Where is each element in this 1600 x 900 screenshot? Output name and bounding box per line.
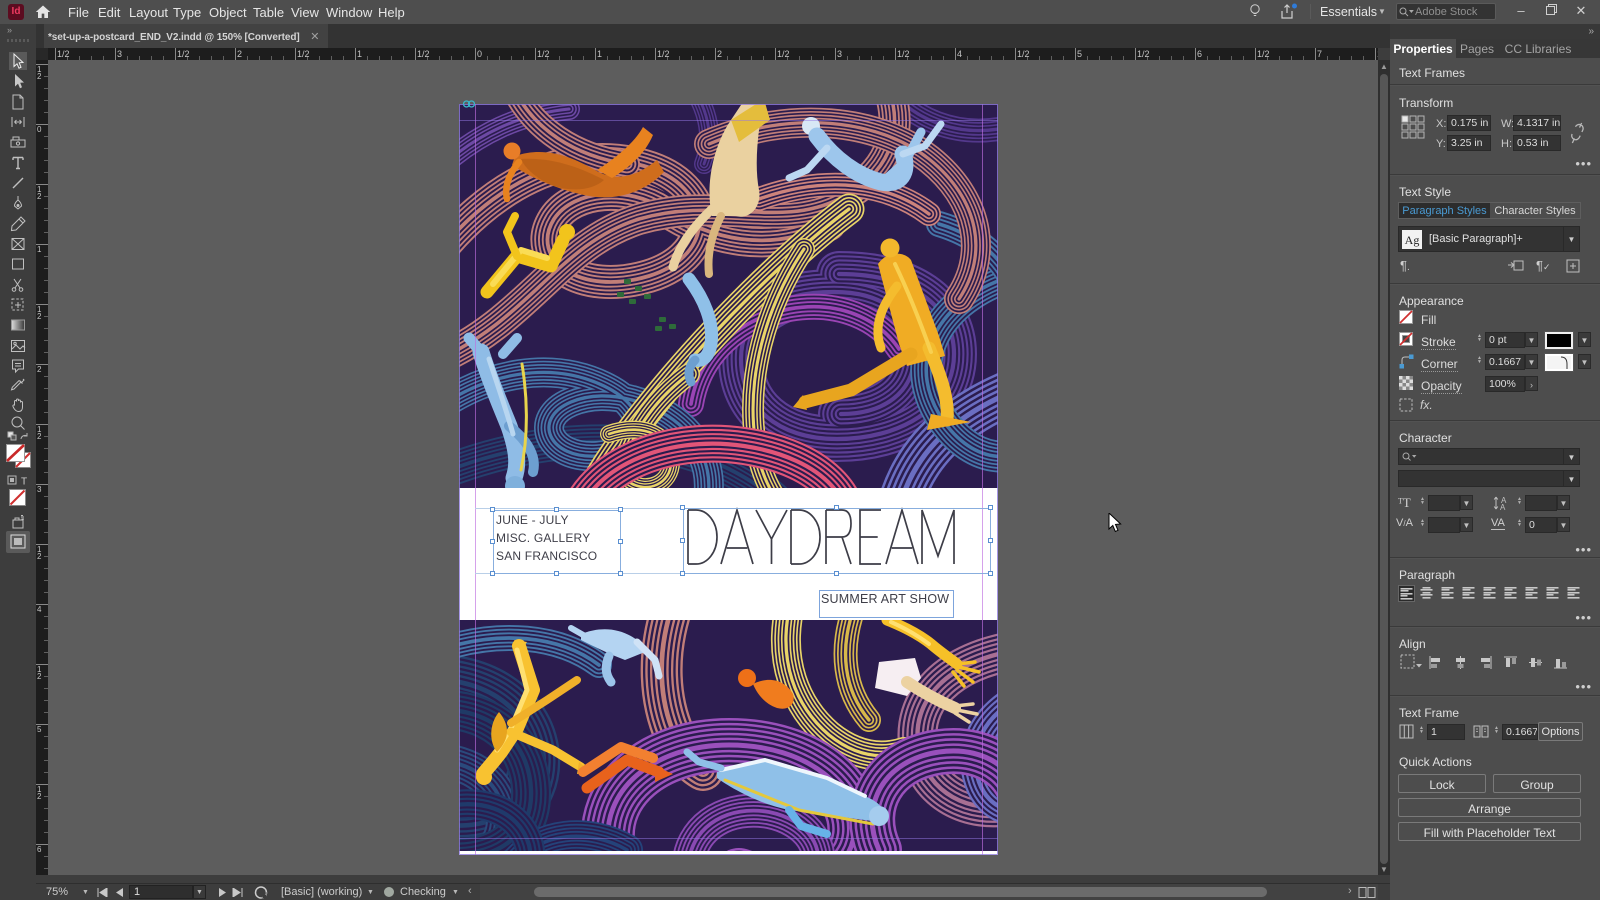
svg-text:A: A: [1500, 503, 1506, 511]
svg-text:T: T: [21, 477, 27, 487]
